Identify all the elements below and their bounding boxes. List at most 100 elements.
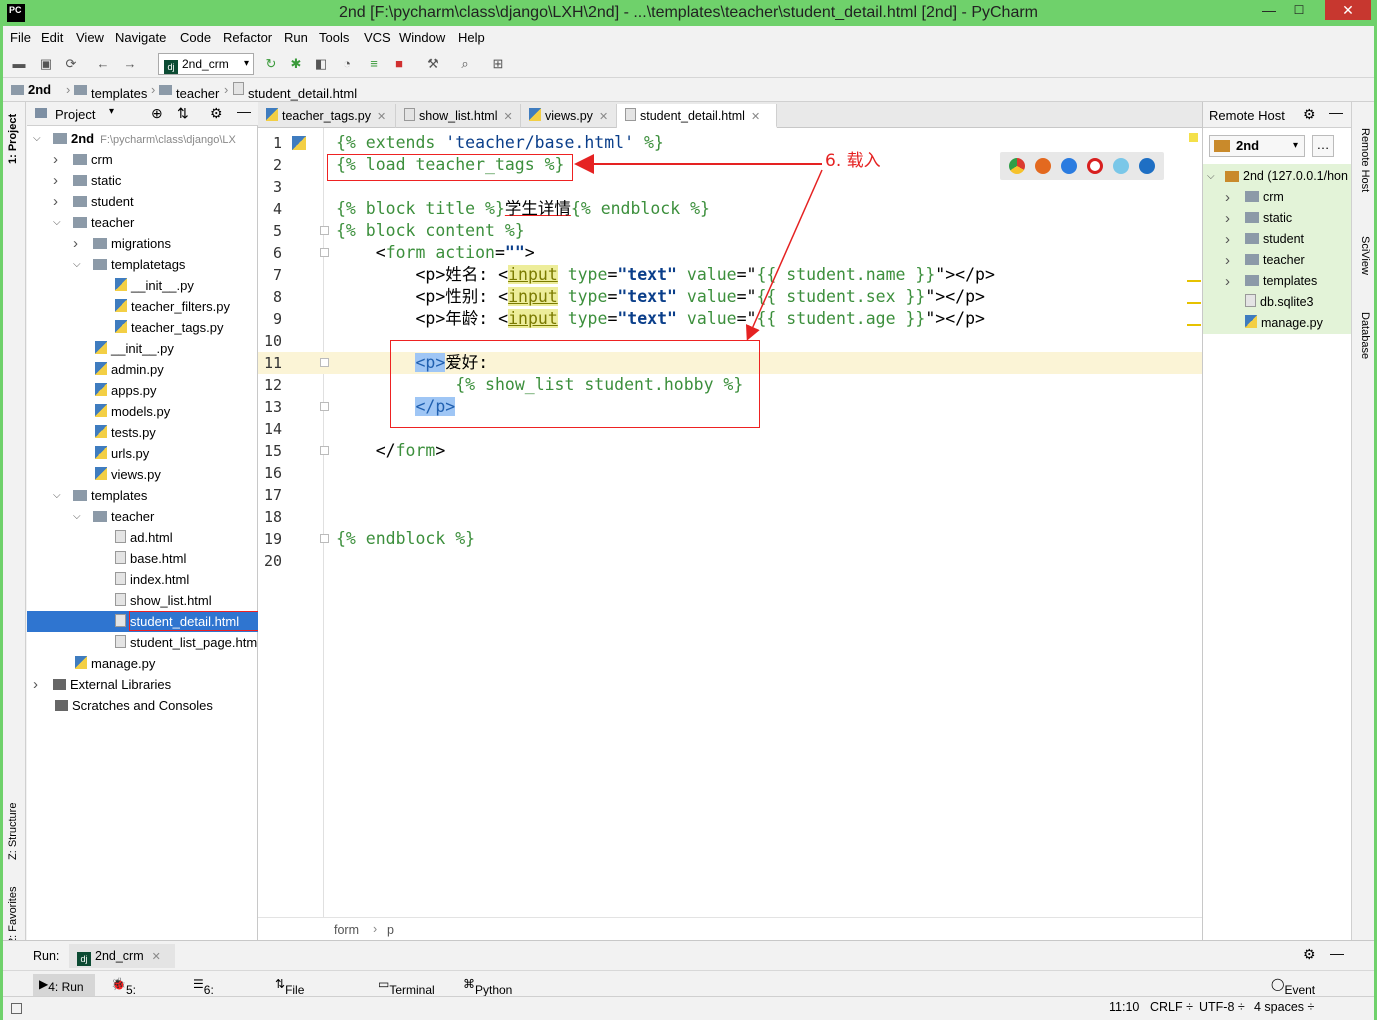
maximize-button[interactable]: ☐ — [1284, 0, 1314, 20]
tree-item[interactable]: ⌵ teacher — [27, 506, 258, 527]
debug-icon[interactable]: ✱ — [286, 55, 306, 73]
tree-item[interactable]: › crm — [27, 149, 258, 170]
tree-item[interactable]: ad.html — [27, 527, 258, 548]
chevron-right-icon[interactable]: › — [53, 149, 58, 170]
hide-icon[interactable]: — — [237, 103, 251, 119]
sciview-tool-tab[interactable]: SciView — [1359, 236, 1371, 275]
event-log-tool-tab[interactable]: ◯ Event Log — [1271, 977, 1315, 1011]
opera-icon[interactable] — [1087, 158, 1103, 174]
remote-tree-item[interactable]: manage.py — [1203, 313, 1352, 334]
menu-tools[interactable]: Tools — [319, 30, 349, 45]
caret-position[interactable]: 11:10 — [1109, 1000, 1139, 1014]
indent-setting[interactable]: 4 spaces ÷ — [1254, 1000, 1314, 1014]
remote-tree-item[interactable]: › templates — [1203, 271, 1352, 292]
hide-icon[interactable]: — — [1330, 945, 1344, 961]
todo-tool-tab[interactable]: ☰ 6: TODO — [193, 977, 238, 1011]
terminal-tool-tab[interactable]: ▭ Terminal — [378, 977, 435, 997]
chevron-right-icon[interactable]: › — [1225, 208, 1230, 229]
close-tab-icon[interactable]: ✕ — [377, 111, 386, 123]
tree-item[interactable]: admin.py — [27, 359, 258, 380]
tab-teacher-tags[interactable]: teacher_tags.py ✕ — [258, 104, 396, 128]
chevron-down-icon[interactable]: ⌵ — [33, 128, 41, 149]
chevron-right-icon[interactable]: › — [1225, 187, 1230, 208]
tree-item[interactable]: › static — [27, 170, 258, 191]
open-folder-icon[interactable]: ▬ — [9, 55, 29, 73]
fold-marker-icon[interactable] — [320, 446, 329, 455]
tree-item[interactable]: urls.py — [27, 443, 258, 464]
remote-tree-item[interactable]: › teacher — [1203, 250, 1352, 271]
menu-edit[interactable]: Edit — [41, 30, 63, 45]
tree-item[interactable]: ⌵ 2nd F:\pycharm\class\django\LX — [27, 128, 258, 149]
tree-item[interactable]: __init__.py — [27, 275, 258, 296]
tree-item[interactable]: __init__.py — [27, 338, 258, 359]
breadcrumb-file[interactable]: student_detail.html — [233, 82, 357, 101]
close-tab-icon[interactable]: ✕ — [751, 111, 760, 123]
fold-marker-icon[interactable] — [320, 402, 329, 411]
tab-student-detail[interactable]: student_detail.html ✕ — [617, 104, 777, 128]
favorites-tool-tab[interactable]: 2: Favorites — [7, 887, 19, 944]
menu-code[interactable]: Code — [180, 30, 211, 45]
chevron-down-icon[interactable]: ⌵ — [73, 506, 81, 527]
toggle-tool-windows-icon[interactable] — [11, 1003, 22, 1014]
close-tab-icon[interactable]: ✕ — [152, 951, 161, 963]
menu-window[interactable]: Window — [399, 30, 445, 45]
chevron-down-icon[interactable]: ⌵ — [53, 212, 61, 233]
warning-marker[interactable] — [1187, 280, 1201, 282]
tree-item[interactable]: ⌵ teacher — [27, 212, 258, 233]
structure-tool-tab[interactable]: Z: Structure — [7, 803, 19, 860]
tree-item[interactable]: student_list_page.html — [27, 632, 258, 653]
tree-item[interactable]: ⌵ templates — [27, 485, 258, 506]
profile-icon[interactable]: ◔ — [337, 55, 357, 73]
remote-tree-item[interactable]: › student — [1203, 229, 1352, 250]
search-icon[interactable]: ⌕ — [455, 55, 475, 73]
sync-icon[interactable]: ⟳ — [61, 55, 81, 73]
chevron-right-icon[interactable]: › — [53, 191, 58, 212]
line-separator[interactable]: CRLF ÷ — [1150, 1000, 1193, 1014]
file-transfer-tool-tab[interactable]: ⇅ File Transfer — [275, 977, 329, 1011]
fold-marker-icon[interactable] — [320, 248, 329, 257]
close-tab-icon[interactable]: ✕ — [504, 111, 513, 123]
step-icon[interactable]: ≡ — [364, 55, 384, 73]
vcs-icon[interactable]: ⊞ — [488, 55, 508, 73]
chevron-right-icon[interactable]: › — [1225, 229, 1230, 250]
run-config-select[interactable]: dj 2nd_crm ▾ — [158, 53, 254, 75]
gear-icon[interactable]: ⚙ — [210, 105, 223, 122]
inspection-status-icon[interactable] — [1189, 133, 1198, 142]
coverage-icon[interactable]: ◧ — [311, 55, 331, 73]
more-options-button[interactable]: … — [1312, 135, 1334, 157]
tab-show-list[interactable]: show_list.html ✕ — [396, 104, 521, 128]
edge-icon[interactable] — [1139, 158, 1155, 174]
database-tool-tab[interactable]: Database — [1359, 312, 1371, 359]
warning-marker[interactable] — [1187, 302, 1201, 304]
menu-vcs[interactable]: VCS — [364, 30, 391, 45]
warning-marker[interactable] — [1187, 324, 1201, 326]
firefox-icon[interactable] — [1035, 158, 1051, 174]
code-area[interactable]: 1 2 3 4 5 6 7 8 9 10 11 12 13 14 15 16 17 18 19 20 {% exten… — [258, 128, 1202, 917]
chevron-right-icon[interactable]: › — [53, 170, 58, 191]
remote-host-select[interactable]: 2nd ▾ — [1209, 135, 1305, 157]
project-tool-tab[interactable]: 1: Project — [7, 114, 19, 164]
tree-item[interactable]: › student — [27, 191, 258, 212]
tree-item[interactable]: teacher_filters.py — [27, 296, 258, 317]
breadcrumb-templates[interactable]: templates — [74, 82, 147, 101]
run-tool-tab[interactable]: ▶ 4: Run — [33, 974, 95, 996]
internet-explorer-icon[interactable] — [1113, 158, 1129, 174]
tab-views[interactable]: views.py ✕ — [521, 104, 617, 128]
chevron-right-icon[interactable]: › — [73, 233, 78, 254]
run-config-tab[interactable]: dj 2nd_crm ✕ — [69, 944, 175, 968]
project-view-label[interactable]: Project — [55, 107, 95, 122]
save-icon[interactable]: ▣ — [36, 55, 56, 73]
fold-marker-icon[interactable] — [320, 534, 329, 543]
crumb-form[interactable]: form — [334, 923, 359, 937]
tree-item[interactable]: index.html — [27, 569, 258, 590]
remote-root[interactable]: ⌵ 2nd (127.0.0.1/hon — [1203, 166, 1352, 187]
remote-tree-item[interactable]: › crm — [1203, 187, 1352, 208]
tree-item[interactable]: apps.py — [27, 380, 258, 401]
minimize-button[interactable]: — — [1254, 0, 1284, 20]
fold-marker-icon[interactable] — [320, 226, 329, 235]
hide-icon[interactable]: — — [1329, 104, 1343, 120]
python-console-tool-tab[interactable]: ⌘ Python Console — [463, 977, 519, 1011]
breadcrumb-teacher[interactable]: teacher — [159, 82, 219, 101]
rerun-icon[interactable]: ↻ — [261, 55, 281, 73]
tree-item[interactable]: Scratches and Consoles — [27, 695, 258, 716]
